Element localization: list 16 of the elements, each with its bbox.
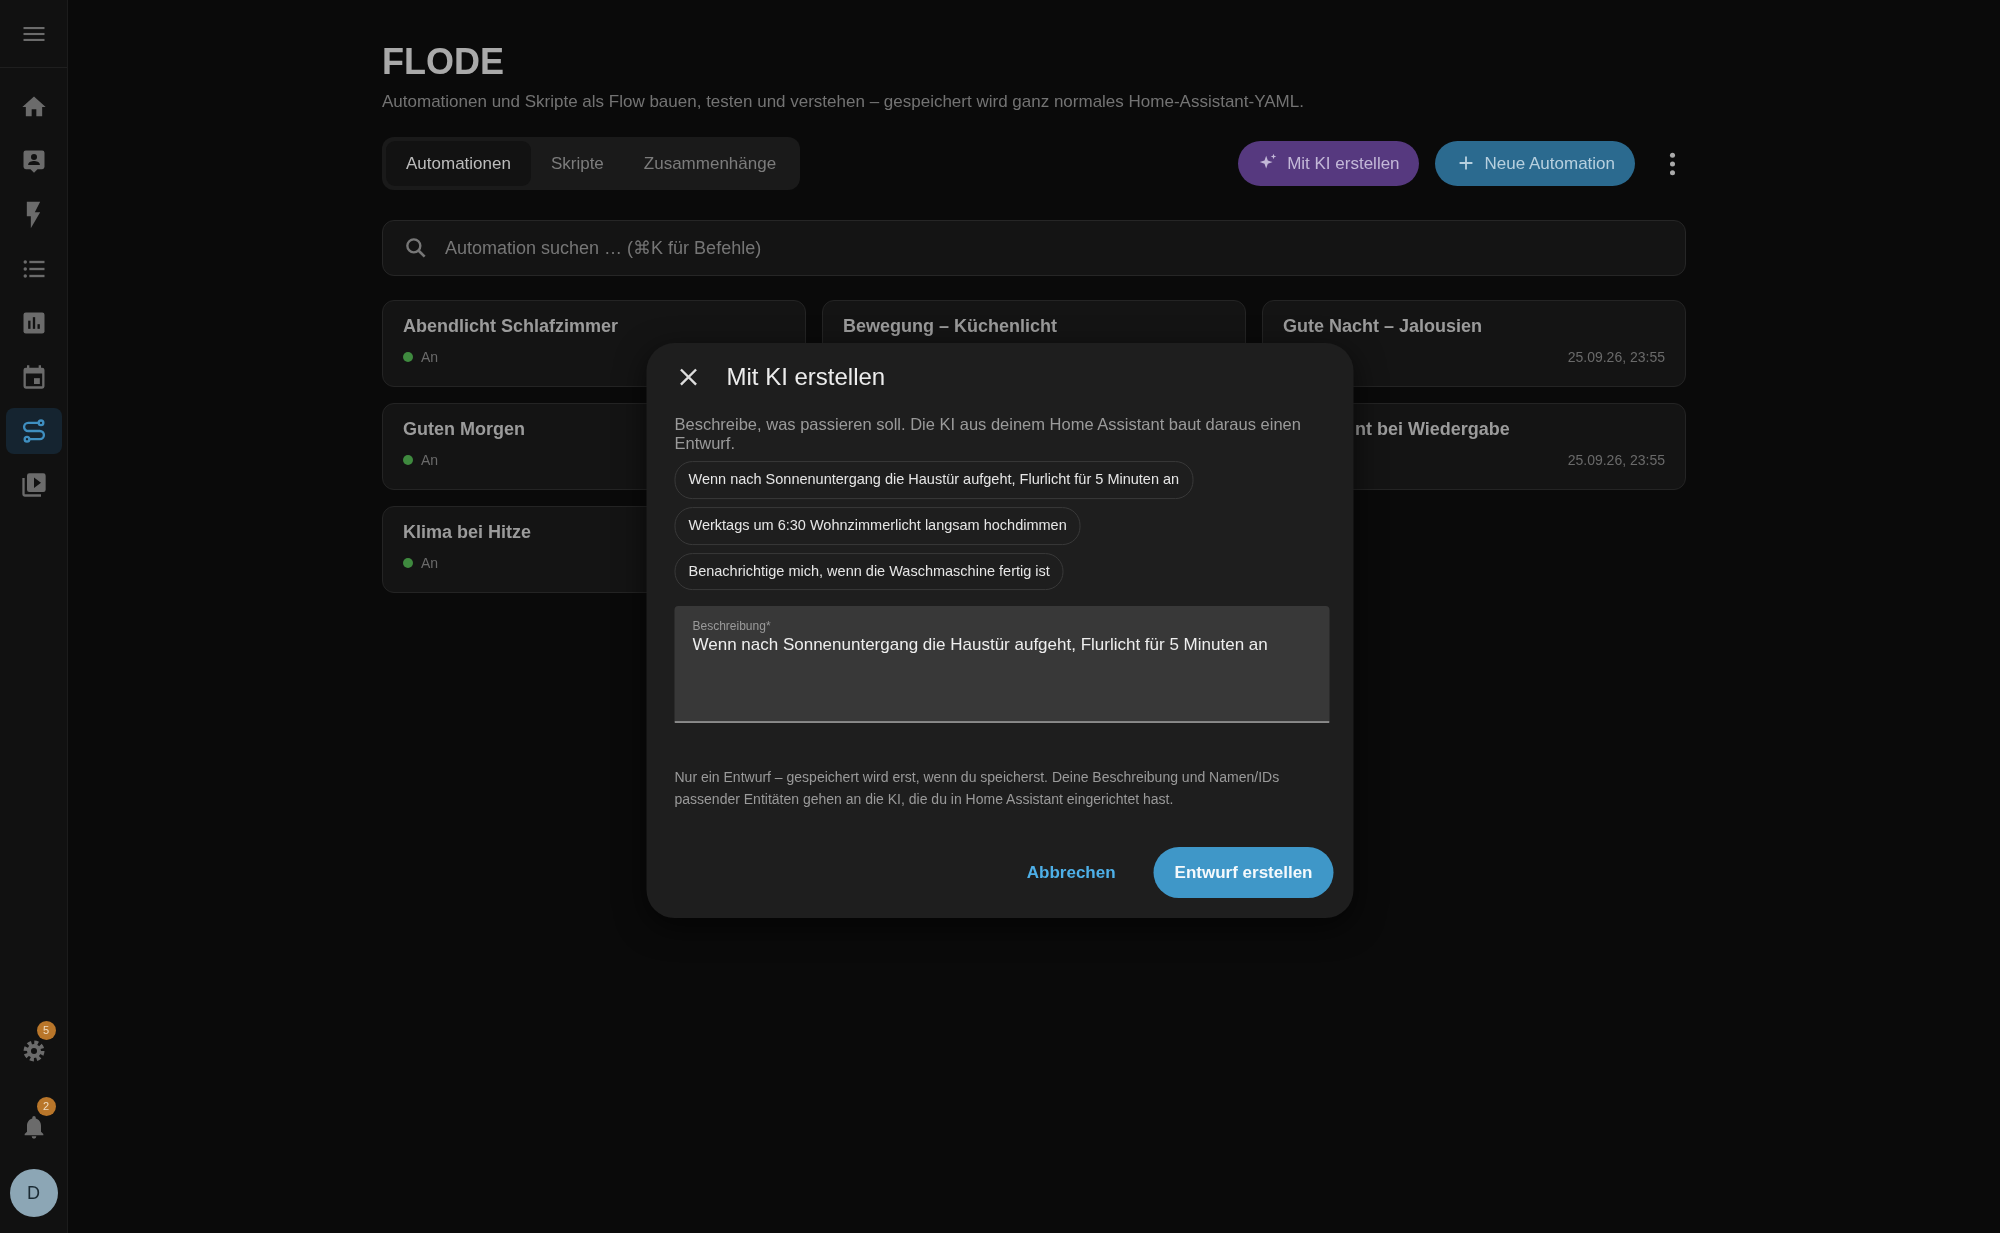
field-label: Beschreibung* bbox=[692, 620, 772, 633]
date-text: 25.09.26, 23:55 bbox=[1567, 450, 1665, 470]
card-title: Bewegung – Küchenlicht bbox=[843, 315, 1058, 339]
page-title: FLODE bbox=[382, 40, 505, 84]
status-text: An bbox=[421, 347, 439, 367]
status-text: An bbox=[421, 553, 439, 573]
status-text: An bbox=[421, 450, 439, 470]
date-text: 25.09.26, 23:55 bbox=[1567, 347, 1665, 367]
card-title: Abendlicht Schlafzimmer bbox=[403, 315, 619, 339]
privacy-note: Nur ein Entwurf – gespeichert wird erst, wenn du speicherst. Deine Beschreibung und Namen/IDs passender Entitäten gehen an die KI, die du in Home Assistant eingerichtet hast. bbox=[674, 768, 1281, 810]
card-title: Klima bei Hitze bbox=[403, 521, 532, 545]
card-title: Guten Morgen bbox=[403, 418, 525, 442]
count-badge: 2 bbox=[36, 1097, 56, 1116]
page-subtitle: Automationen und Skripte als Flow bauen, testen und verstehen – gespeichert wird ganz normales Home-Assistant-YAML. bbox=[382, 91, 1305, 114]
count-badge: 5 bbox=[36, 1021, 56, 1040]
card-title: Gute Nacht – Jalousien bbox=[1283, 315, 1483, 339]
